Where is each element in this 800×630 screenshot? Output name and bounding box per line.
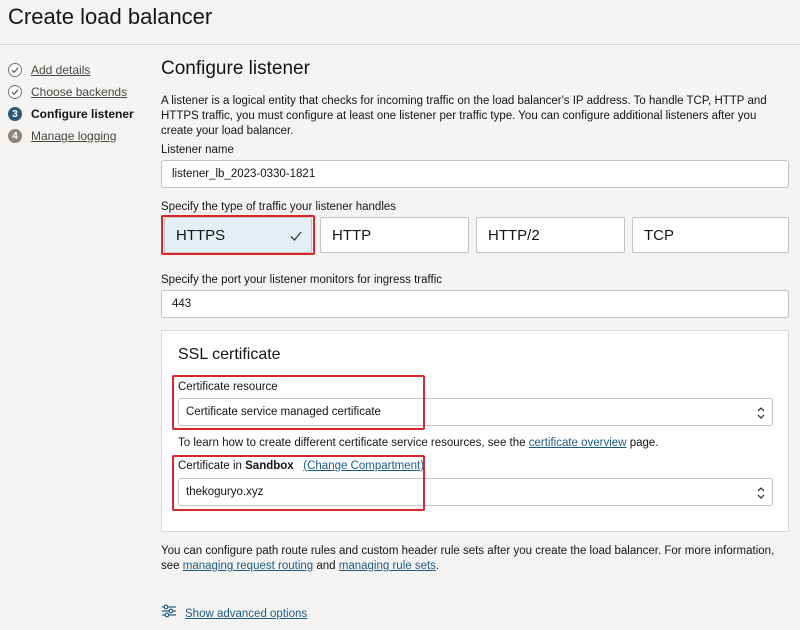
intro-text: A listener is a logical entity that chec…	[161, 95, 767, 137]
step-choose-backends[interactable]: Choose backends	[8, 83, 148, 101]
footer-text: You can configure path route rules and c…	[161, 544, 793, 574]
help-suffix: page.	[629, 437, 659, 449]
select-chevron-icon	[756, 406, 766, 423]
show-advanced-options-button[interactable]: Show advanced options	[161, 604, 307, 623]
highlight-box-certificate	[172, 455, 425, 511]
show-advanced-options-label: Show advanced options	[185, 607, 308, 620]
highlight-box-certificate-resource	[172, 375, 425, 430]
ssl-title: SSL certificate	[178, 346, 281, 363]
port-label: Specify the port your listener monitors …	[161, 274, 443, 286]
listener-name-value: listener_lb_2023-0330-1821	[172, 168, 316, 180]
listener-name-label: Listener name	[161, 144, 234, 156]
traffic-option-label: TCP	[644, 226, 674, 244]
step-label: Choose backends	[31, 85, 128, 99]
step-manage-logging[interactable]: 4 Manage logging	[8, 127, 148, 145]
traffic-option-http2[interactable]: HTTP/2	[476, 217, 625, 253]
step-label: Add details	[31, 63, 91, 77]
traffic-option-label: HTTP/2	[488, 226, 540, 244]
traffic-type-label: Specify the type of traffic your listene…	[161, 201, 397, 213]
check-circle-icon	[8, 63, 22, 77]
section-title: Configure listener	[161, 58, 310, 79]
port-input[interactable]: 443	[161, 290, 789, 318]
listener-name-input[interactable]: listener_lb_2023-0330-1821	[161, 160, 789, 188]
certificate-overview-link[interactable]: certificate overview	[529, 437, 627, 449]
step-label: Manage logging	[31, 129, 117, 143]
highlight-box-https	[161, 215, 315, 255]
certificate-help-text: To learn how to create different certifi…	[178, 436, 659, 451]
select-chevron-icon	[756, 486, 766, 503]
header-divider	[0, 44, 800, 45]
footer-period: .	[435, 560, 440, 572]
step-label: Configure listener	[31, 107, 134, 121]
check-circle-icon	[8, 85, 22, 99]
step-number-badge: 4	[8, 129, 22, 143]
port-value: 443	[172, 298, 192, 310]
step-number-badge: 3	[8, 107, 22, 121]
managing-rule-sets-link[interactable]: managing rule sets	[339, 560, 436, 572]
step-add-details[interactable]: Add details	[8, 61, 148, 79]
footer-and: and	[316, 560, 336, 572]
page-title: Create load balancer	[8, 4, 213, 29]
traffic-option-label: HTTP	[332, 226, 372, 244]
help-prefix: To learn how to create different certifi…	[178, 437, 526, 449]
step-configure-listener[interactable]: 3 Configure listener	[8, 105, 148, 123]
sliders-icon	[161, 604, 177, 623]
traffic-option-tcp[interactable]: TCP	[632, 217, 789, 253]
traffic-option-http[interactable]: HTTP	[320, 217, 469, 253]
managing-request-routing-link[interactable]: managing request routing	[183, 560, 313, 572]
